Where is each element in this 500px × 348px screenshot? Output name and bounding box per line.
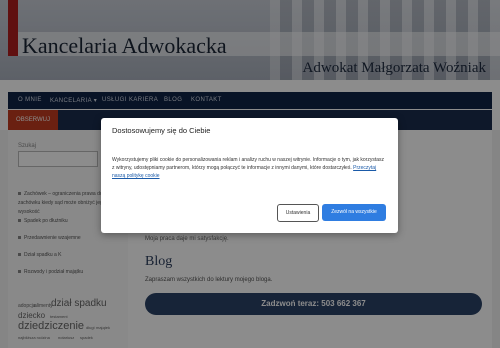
accept-all-button[interactable]: Zezwól na wszystkie (322, 204, 386, 221)
cookie-consent-dialog: Dostosowujemy się do Ciebie Wykorzystuje… (101, 118, 398, 233)
cookie-dialog-description: Wykorzystujemy pliki cookie do personali… (112, 157, 384, 171)
cookie-dialog-title: Dostosowujemy się do Ciebie (112, 126, 211, 135)
cookie-settings-button[interactable]: Ustawienia (277, 204, 319, 222)
cookie-dialog-text: Wykorzystujemy pliki cookie do personali… (112, 156, 387, 180)
